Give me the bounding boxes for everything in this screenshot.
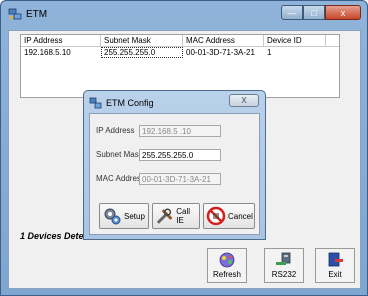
dialog-title: ETM Config — [106, 98, 154, 108]
rs232-button[interactable]: RS232 — [264, 248, 304, 283]
cell-device-id: 1 — [267, 48, 272, 57]
call-ie-button[interactable]: Call IE — [152, 203, 200, 229]
dialog-body: IP Address Subnet Mask MAC Address Setup — [89, 113, 260, 235]
setup-button[interactable]: Setup — [99, 203, 149, 229]
device-list[interactable]: IP Address Subnet Mask MAC Address Devic… — [20, 34, 340, 98]
serial-port-icon — [276, 252, 291, 265]
cell-mask: 255.255.255.0 — [101, 47, 183, 58]
exit-button[interactable]: Exit — [315, 248, 355, 283]
window-title: ETM — [26, 9, 48, 20]
close-button[interactable]: x — [325, 5, 361, 20]
exit-label: Exit — [328, 270, 342, 279]
title-bar[interactable]: ETM — □ x — [1, 1, 367, 29]
column-subnet-mask[interactable]: Subnet Mask — [101, 35, 183, 46]
setup-label: Setup — [124, 211, 145, 221]
rs232-label: RS232 — [271, 270, 297, 279]
tools-icon — [156, 208, 173, 224]
subnet-mask-field[interactable] — [139, 149, 221, 161]
column-mac-address[interactable]: MAC Address — [183, 35, 264, 46]
exit-door-icon — [328, 252, 343, 267]
refresh-icon — [219, 252, 235, 268]
cancel-label: Cancel — [228, 211, 253, 221]
network-computers-icon — [8, 8, 22, 20]
gears-icon — [104, 208, 121, 225]
cancel-button[interactable]: Cancel — [203, 203, 255, 229]
list-header: IP Address Subnet Mask MAC Address Devic… — [21, 35, 339, 47]
column-device-id[interactable]: Device ID — [264, 35, 326, 46]
table-row[interactable]: 192.168.5.10 255.255.255.0 00-01-3D-71-3… — [21, 47, 339, 58]
refresh-label: Refresh — [212, 270, 241, 279]
cell-ip: 192.168.5.10 — [24, 48, 71, 57]
etm-window: ETM — □ x IP Address Subnet Mask MAC Add… — [0, 0, 368, 296]
subnet-mask-label: Subnet Mask — [96, 150, 143, 159]
mac-address-label: MAC Address — [96, 174, 145, 183]
ip-address-label: IP Address — [96, 126, 135, 135]
cell-mac: 00-01-3D-71-3A-21 — [186, 48, 255, 57]
network-computers-icon — [89, 97, 102, 109]
column-ip-address[interactable]: IP Address — [21, 35, 101, 46]
etm-config-dialog: ETM Config X IP Address Subnet Mask MAC … — [83, 90, 266, 240]
maximize-button[interactable]: □ — [303, 5, 325, 20]
refresh-button[interactable]: Refresh — [207, 248, 247, 283]
ip-address-field[interactable] — [139, 125, 221, 137]
minimize-button[interactable]: — — [281, 5, 303, 20]
dialog-close-button[interactable]: X — [229, 94, 259, 107]
mac-address-field[interactable] — [139, 173, 221, 185]
call-ie-label: Call IE — [176, 207, 191, 225]
cancel-no-icon — [206, 206, 226, 226]
